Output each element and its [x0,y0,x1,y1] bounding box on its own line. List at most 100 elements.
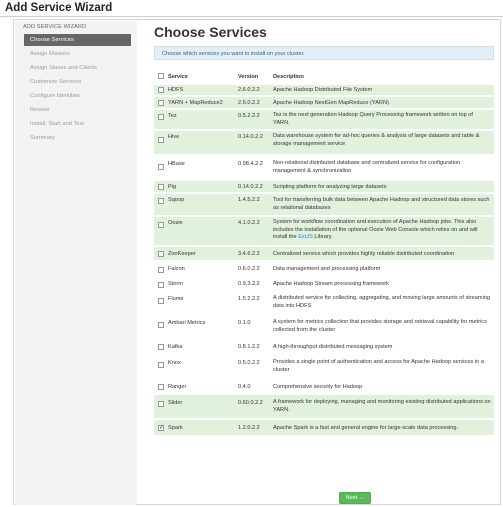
service-version: 0.4.0 [238,384,251,390]
service-checkbox[interactable] [158,298,164,304]
service-name: YARN + MapReduce2 [168,100,223,106]
sidebar-item-configure-identities[interactable]: Configure Identities [24,90,131,102]
service-row-oozie[interactable]: Oozie 4.1.0.2.2 System for workflow coor… [154,216,494,245]
service-name: Sqoop [168,197,185,203]
service-name: Hive [168,134,180,140]
service-description: Data warehouse system for ad-hoc queries… [273,133,480,147]
service-checkbox[interactable] [158,87,164,93]
service-row-kafka[interactable]: Kafka 0.8.1.2.2 A high-throughput distri… [154,338,494,353]
service-row-tez[interactable]: Tez 0.5.2.2.2 Tez is the next generation… [154,109,494,129]
service-row-ranger[interactable]: Ranger 0.4.0 Comprehensive security for … [154,378,494,393]
service-checkbox[interactable] [158,100,164,106]
service-name: Knox [168,360,181,366]
service-version: 4.1.0.2.2 [238,220,260,226]
service-row-hdfs[interactable]: HDFS 2.6.0.2.2 Apache Hadoop Distributed… [154,84,494,95]
service-checkbox[interactable] [158,362,164,368]
service-row-knox[interactable]: Knox 0.5.0.2.2 Provides a single point o… [154,354,494,377]
service-version: 0.14.0.2.2 [238,184,263,190]
service-description: System for workflow coordination and exe… [273,219,491,242]
service-version: 2.6.0.2.2 [238,100,260,106]
page-title: Choose Services [154,24,267,40]
service-version: 3.4.6.2.2 [238,251,260,257]
service-row-zookeeper[interactable]: ZooKeeper 3.4.6.2.2 Centralized service … [154,246,494,260]
service-description: Apache Hadoop Distributed File System [273,87,373,93]
service-checkbox[interactable] [158,344,164,350]
service-name: Pig [168,184,177,190]
sidebar-item-assign-masters[interactable]: Assign Masters [24,48,131,60]
service-version: 1.2.0.2.2 [238,425,260,431]
title-divider [0,16,503,17]
service-row-hbase[interactable]: HBase 0.98.4.2.2 Non-relational distribu… [154,155,494,179]
column-header-description: Description [273,74,304,80]
sidebar-item-choose-services[interactable]: Choose Services [24,34,131,46]
wizard-sidebar: ADD SERVICE WIZARD Choose Services Assig… [15,21,137,505]
service-description: A framework for deploying, managing and … [273,399,491,413]
service-description: Scripting platform for analyzing large d… [273,184,387,190]
sidebar-item-summary[interactable]: Summary [24,132,131,144]
service-name: HBase [168,161,185,167]
service-name: HDFS [168,87,184,93]
service-name: Ranger [168,384,187,390]
service-checkbox-checked[interactable]: ✓ [158,425,164,431]
service-version: 0.9.3.2.2 [238,281,260,287]
service-row-flume[interactable]: Flume 1.5.2.2.2 A distributed service fo… [154,291,494,313]
wizard-title: Add Service Wizard [5,2,113,14]
service-name: Spark [168,425,183,431]
service-name: Kafka [168,344,183,350]
sidebar-item-review[interactable]: Review [24,104,131,116]
service-checkbox[interactable] [158,222,164,228]
sidebar-header: ADD SERVICE WIZARD [23,24,87,30]
service-checkbox[interactable] [158,322,164,328]
service-row-falcon[interactable]: Falcon 0.6.0.2.2 Data management and pro… [154,261,494,275]
service-description: Tez is the next generation Hadoop Query … [273,112,473,126]
service-checkbox[interactable] [158,184,164,190]
service-name: Oozie [168,220,183,226]
service-checkbox[interactable] [158,198,164,204]
service-version: 0.60.0.2.2 [238,400,263,406]
service-row-pig[interactable]: Pig 0.14.0.2.2 Scripting platform for an… [154,180,494,192]
service-row-slider[interactable]: Slider 0.60.0.2.2 A framework for deploy… [154,394,494,418]
service-name: Slider [168,400,183,406]
wizard-frame: ADD SERVICE WIZARD Choose Services Assig… [13,19,501,505]
service-row-spark[interactable]: ✓ Spark 1.2.0.2.2 Apache Spark is a fast… [154,419,494,435]
service-row-sqoop[interactable]: Sqoop 1.4.5.2.2 Tool for transferring bu… [154,193,494,215]
service-description: Comprehensive security for Hadoop [273,384,363,390]
service-description: Provides a single point of authenticatio… [273,359,484,373]
services-table-header: Service Version Description [154,72,494,82]
next-button[interactable]: Next → [339,492,371,504]
service-checkbox[interactable] [158,384,164,390]
sidebar-item-customize-services[interactable]: Customize Services [24,76,131,88]
service-checkbox[interactable] [158,251,164,257]
select-all-checkbox[interactable] [158,73,164,79]
service-name: ZooKeeper [168,251,196,257]
service-description: A distributed service for collecting, ag… [273,295,491,309]
service-checkbox[interactable] [158,164,164,170]
service-checkbox[interactable] [158,401,164,407]
service-row-ambari-metrics[interactable]: Ambari Metrics 0.1.0 A system for metric… [154,314,494,337]
extjs-link[interactable]: ExtJS [298,234,313,240]
service-description: A high-throughput distributed messaging … [273,344,393,350]
service-name: Tez [168,113,177,119]
column-header-service[interactable]: Service [168,74,188,80]
service-version: 0.1.0 [238,320,251,326]
service-checkbox[interactable] [158,282,164,288]
service-name: Ambari Metrics [168,320,206,326]
service-description: Apache Hadoop Stream processing framewor… [273,281,389,287]
sidebar-item-install-start-test[interactable]: Install, Start and Test [24,118,131,130]
service-version: 1.4.5.2.2 [238,197,260,203]
service-checkbox[interactable] [158,267,164,273]
service-version: 0.8.1.2.2 [238,344,260,350]
service-checkbox[interactable] [158,114,164,120]
column-header-version: Version [238,74,259,80]
service-version: 0.5.2.2.2 [238,113,260,119]
service-description: Centralized service which provides highl… [273,251,455,257]
service-version: 1.5.2.2.2 [238,296,260,302]
service-name: Flume [168,296,184,302]
service-checkbox[interactable] [158,137,164,143]
service-row-hive[interactable]: Hive 0.14.0.2.2 Data warehouse system fo… [154,130,494,154]
service-row-storm[interactable]: Storm 0.9.3.2.2 Apache Hadoop Stream pro… [154,276,494,290]
service-description: Tool for transferring bulk data between … [273,197,490,211]
service-description: Apache Hadoop NextGen MapReduce (YARN) [273,100,389,106]
sidebar-item-assign-slaves-and-clients[interactable]: Assign Slaves and Clients [24,62,131,74]
service-row-yarn-mapreduce2[interactable]: YARN + MapReduce2 2.6.0.2.2 Apache Hadoo… [154,96,494,108]
